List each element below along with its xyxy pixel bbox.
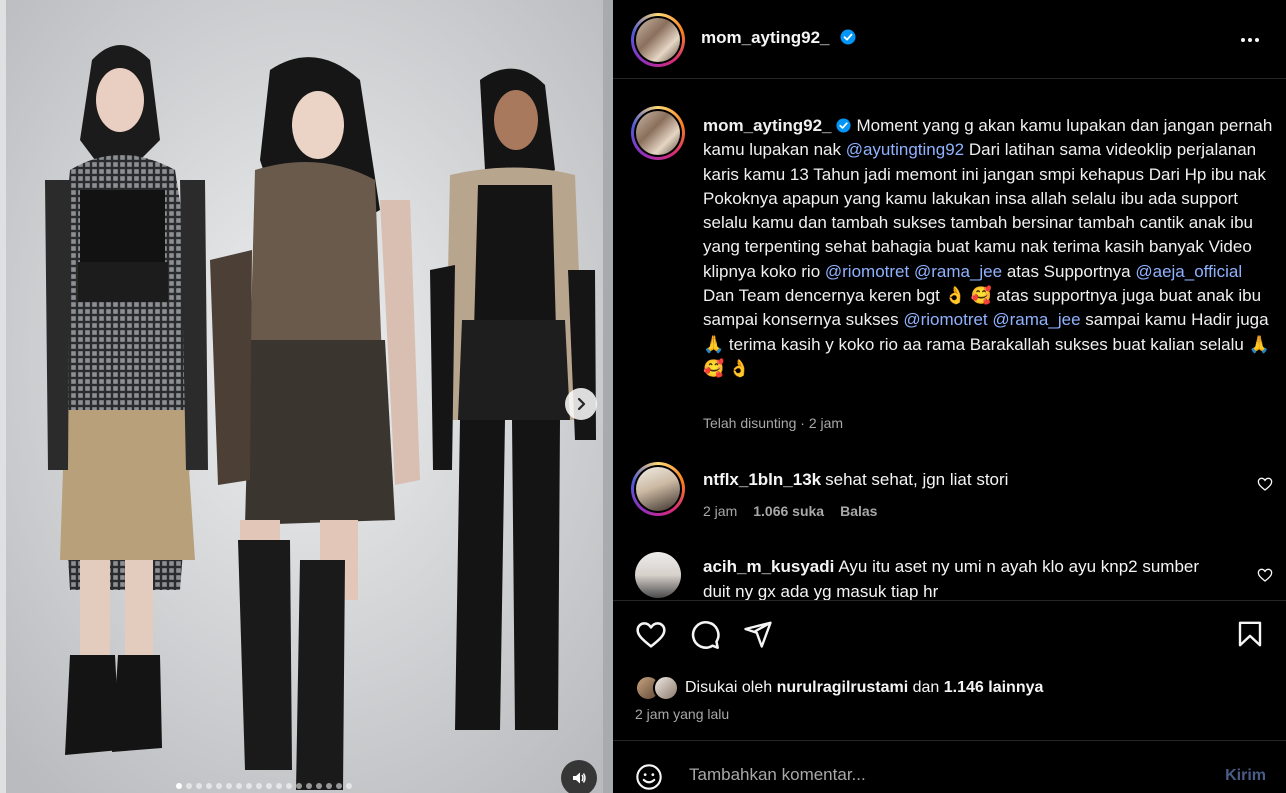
caption-author-avatar[interactable] bbox=[631, 106, 685, 160]
verified-badge-icon bbox=[835, 118, 851, 133]
more-options-button[interactable] bbox=[1238, 28, 1262, 57]
comment-text: ntflx_1bln_13k sehat sehat, jgn liat stor… bbox=[703, 468, 1223, 493]
carousel-dot bbox=[256, 783, 262, 789]
post-media[interactable] bbox=[0, 0, 613, 793]
caption-segment: atas Supportnya bbox=[1002, 261, 1136, 281]
comments-scroll-area[interactable]: mom_ayting92_ Moment yang g akan kamu lup… bbox=[613, 80, 1286, 600]
mention-link[interactable]: @rama_jee bbox=[992, 310, 1080, 329]
post-header: mom_ayting92_ bbox=[613, 0, 1286, 79]
comment-body: sehat sehat, jgn liat stori bbox=[825, 470, 1009, 489]
carousel-dot bbox=[286, 783, 292, 789]
author-username[interactable]: mom_ayting92_ bbox=[701, 28, 830, 47]
carousel-dot bbox=[206, 783, 212, 789]
comment-item: ntflx_1bln_13k sehat sehat, jgn liat stor… bbox=[631, 462, 1273, 532]
mention-link[interactable]: @riomotret bbox=[825, 262, 909, 281]
mention-link[interactable]: @rama_jee bbox=[914, 262, 1002, 281]
liker-username[interactable]: nurulragilrustami bbox=[777, 679, 909, 696]
comment-like-count[interactable]: 1.066 suka bbox=[753, 503, 824, 519]
carousel-indicator bbox=[176, 783, 352, 789]
carousel-dot bbox=[266, 783, 272, 789]
commenter-username[interactable]: ntflx_1bln_13k bbox=[703, 470, 821, 489]
mention-link[interactable]: @riomotret bbox=[903, 310, 987, 329]
speaker-icon bbox=[573, 772, 586, 784]
carousel-dot bbox=[296, 783, 302, 789]
post-actions: Disukai oleh nurulragilrustami dan 1.146… bbox=[613, 600, 1286, 740]
emoji-icon[interactable] bbox=[635, 763, 663, 791]
post-photo bbox=[0, 0, 613, 793]
more-options-icon bbox=[1241, 38, 1259, 42]
add-comment-bar: Kirim bbox=[613, 740, 1286, 793]
comment-icon[interactable] bbox=[689, 619, 721, 651]
carousel-dot bbox=[336, 783, 342, 789]
comment-item: acih_m_kusyadi Ayu itu aset ny umi n ayah… bbox=[633, 552, 1273, 600]
heart-icon[interactable] bbox=[635, 619, 667, 651]
likes-count[interactable]: 1.146 lainnya bbox=[944, 679, 1044, 696]
carousel-dot bbox=[226, 783, 232, 789]
carousel-dot bbox=[176, 783, 182, 789]
comment-text: acih_m_kusyadi Ayu itu aset ny umi n ayah… bbox=[703, 555, 1223, 600]
comment-time: 2 jam bbox=[703, 503, 738, 519]
carousel-dot bbox=[196, 783, 202, 789]
caption-segment: Dari latihan sama videoklip perjalanan k… bbox=[703, 140, 1266, 281]
mention-link[interactable]: @aeja_official bbox=[1135, 262, 1242, 281]
sound-toggle-button[interactable] bbox=[561, 760, 597, 793]
comment-like-icon[interactable] bbox=[1257, 476, 1273, 492]
commenter-avatar[interactable] bbox=[631, 462, 685, 516]
carousel-dot bbox=[316, 783, 322, 789]
carousel-dot bbox=[276, 783, 282, 789]
bookmark-icon[interactable] bbox=[1235, 619, 1265, 649]
caption-author-username[interactable]: mom_ayting92_ bbox=[703, 116, 832, 135]
likes-summary: Disukai oleh nurulragilrustami dan 1.146… bbox=[635, 675, 1043, 701]
next-slide-button[interactable] bbox=[565, 388, 597, 420]
post-comment-button[interactable]: Kirim bbox=[1225, 767, 1266, 785]
chevron-right-icon bbox=[577, 397, 586, 411]
likes-text: Disukai oleh nurulragilrustami dan 1.146… bbox=[685, 679, 1044, 696]
carousel-dot bbox=[246, 783, 252, 789]
carousel-dot bbox=[236, 783, 242, 789]
carousel-dot bbox=[346, 783, 352, 789]
verified-badge-icon bbox=[840, 29, 856, 45]
author-name-row: mom_ayting92_ bbox=[701, 28, 856, 48]
mention-link[interactable]: @ayutingting92 bbox=[846, 140, 964, 159]
share-icon[interactable] bbox=[743, 619, 773, 649]
carousel-dot bbox=[306, 783, 312, 789]
commenter-avatar[interactable] bbox=[635, 552, 681, 598]
carousel-dot bbox=[326, 783, 332, 789]
carousel-dot bbox=[216, 783, 222, 789]
reply-button[interactable]: Balas bbox=[840, 503, 877, 519]
comment-meta: 2 jam 1.066 suka Balas bbox=[703, 503, 877, 519]
post-details-panel: mom_ayting92_ mom_ayting92_ Moment yang g… bbox=[613, 0, 1286, 793]
liker-avatar bbox=[653, 675, 679, 701]
commenter-username[interactable]: acih_m_kusyadi bbox=[703, 557, 834, 576]
comment-like-icon[interactable] bbox=[1257, 567, 1273, 583]
carousel-dot bbox=[186, 783, 192, 789]
author-avatar[interactable] bbox=[631, 13, 685, 67]
caption-edited-meta: Telah disunting · 2 jam bbox=[703, 415, 844, 431]
comment-input[interactable] bbox=[689, 765, 1189, 785]
caption-text: mom_ayting92_ Moment yang g akan kamu lup… bbox=[703, 114, 1273, 381]
post-time: 2 jam yang lalu bbox=[635, 706, 730, 722]
